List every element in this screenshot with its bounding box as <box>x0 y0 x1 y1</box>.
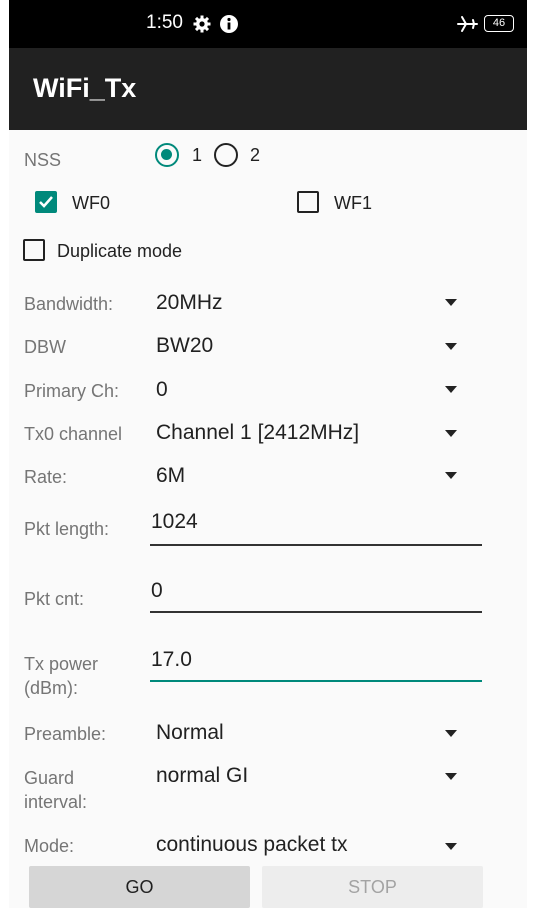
tx0-channel-value: Channel 1 [2412MHz] <box>156 421 360 444</box>
preamble-value: Normal <box>156 721 224 744</box>
go-button[interactable]: GO <box>29 866 250 908</box>
dbw-value: BW20 <box>156 334 214 357</box>
dropdown-arrow-icon <box>445 730 457 737</box>
mode-value: continuous packet tx <box>156 833 348 856</box>
pkt-length-input[interactable]: 1024 <box>150 505 482 549</box>
dropdown-arrow-icon <box>445 343 457 350</box>
check-icon <box>39 196 53 208</box>
battery-level: 46 <box>492 17 506 29</box>
nss-option-1-label: 1 <box>192 145 203 165</box>
wf1-checkbox[interactable] <box>297 191 319 213</box>
dropdown-arrow-icon <box>445 843 457 850</box>
tx-power-input[interactable]: 17.0 <box>150 643 482 687</box>
dbw-label: DBW <box>24 337 66 357</box>
status-time: 1:50 <box>146 12 183 33</box>
tx0-channel-spinner[interactable]: Channel 1 [2412MHz] <box>149 412 479 452</box>
duplicate-mode-checkbox[interactable] <box>23 239 45 261</box>
mode-spinner[interactable]: continuous packet tx <box>149 824 479 864</box>
app-bar: WiFi_Tx <box>9 48 527 130</box>
nss-option-2-label: 2 <box>250 145 261 165</box>
bandwidth-spinner[interactable]: 20MHz <box>149 282 479 322</box>
pkt-cnt-value: 0 <box>151 579 163 602</box>
primary-ch-spinner[interactable]: 0 <box>149 369 479 409</box>
dropdown-arrow-icon <box>445 773 457 780</box>
guard-interval-value: normal GI <box>156 764 249 787</box>
nss-radio-2[interactable] <box>214 143 238 167</box>
status-bar: 1:50 46 <box>9 0 527 48</box>
nss-label: NSS <box>24 150 62 170</box>
bandwidth-label: Bandwidth: <box>24 294 114 314</box>
guard-interval-spinner[interactable]: normal GI <box>149 755 479 795</box>
dropdown-arrow-icon <box>445 472 457 479</box>
airplane-icon <box>457 16 478 32</box>
guard-interval-label-line2: interval: <box>24 792 88 812</box>
tx-power-value: 17.0 <box>151 648 192 671</box>
dbw-spinner[interactable]: BW20 <box>149 325 479 365</box>
gear-icon <box>193 15 211 33</box>
pkt-length-value: 1024 <box>151 510 198 533</box>
pkt-cnt-label: Pkt cnt: <box>24 589 85 609</box>
dropdown-arrow-icon <box>445 386 457 393</box>
battery-icon: 46 <box>484 15 514 32</box>
rate-spinner[interactable]: 6M <box>149 455 479 495</box>
app-screen: 1:50 46 WiFi_Tx NSS 1 2 WF0 WF1 Duplicat… <box>9 0 527 908</box>
nss-radio-1[interactable] <box>155 143 179 167</box>
rate-value: 6M <box>156 464 186 487</box>
stop-button[interactable]: STOP <box>262 866 483 908</box>
duplicate-mode-label: Duplicate mode <box>57 241 183 261</box>
app-title: WiFi_Tx <box>33 73 137 103</box>
pkt-cnt-input[interactable]: 0 <box>150 574 482 618</box>
rate-label: Rate: <box>24 467 68 487</box>
tx-power-underline <box>150 680 482 682</box>
preamble-spinner[interactable]: Normal <box>149 712 479 752</box>
dropdown-arrow-icon <box>445 299 457 306</box>
dropdown-arrow-icon <box>445 430 457 437</box>
primary-ch-label: Primary Ch: <box>24 381 120 401</box>
bandwidth-value: 20MHz <box>156 291 223 314</box>
guard-interval-label: Guard <box>24 768 75 788</box>
preamble-label: Preamble: <box>24 724 107 744</box>
tx-power-label: Tx power <box>24 654 99 674</box>
primary-ch-value: 0 <box>156 378 168 401</box>
info-icon <box>220 15 238 33</box>
tx0-channel-label: Tx0 channel <box>24 424 123 444</box>
wf0-checkbox[interactable] <box>35 191 57 213</box>
wf1-label: WF1 <box>334 193 372 213</box>
tx-power-unit-label: (dBm): <box>24 678 78 698</box>
pkt-cnt-underline <box>150 611 482 613</box>
pkt-length-label: Pkt length: <box>24 519 110 539</box>
mode-label: Mode: <box>24 836 75 856</box>
pkt-length-underline <box>150 544 482 546</box>
wf0-label: WF0 <box>72 193 110 213</box>
